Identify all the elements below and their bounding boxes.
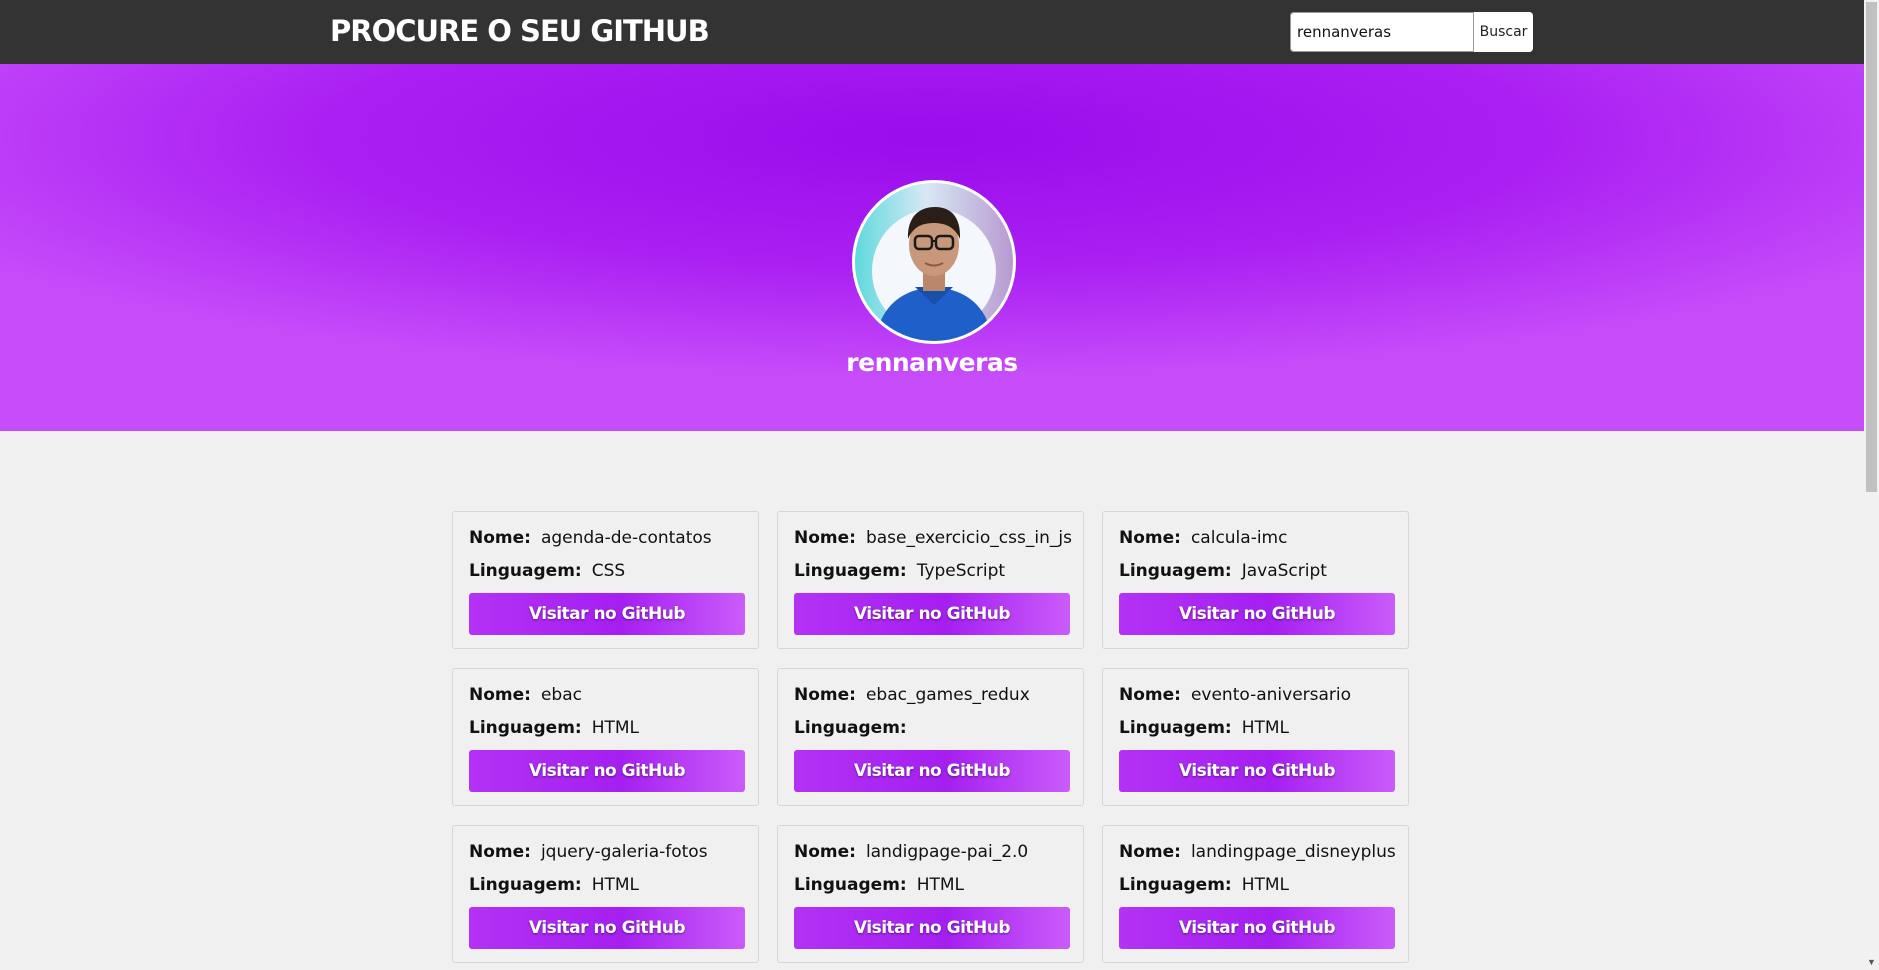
repo-name-label: Nome: (469, 528, 531, 548)
repo-card: Nome: ebac_games_redux Linguagem: Visitar n… (777, 668, 1084, 806)
repo-card: Nome: landingpage_disneyplus Linguagem: HTM… (1102, 825, 1409, 963)
profile-hero: rennanveras (0, 64, 1864, 431)
repo-language-value: HTML (1241, 875, 1290, 895)
repo-card: Nome: jquery-galeria-fotos Linguagem: HTML V… (452, 825, 759, 963)
repo-language-value: HTML (591, 875, 640, 895)
repo-name-label: Nome: (469, 842, 531, 862)
repo-card: Nome: ebac Linguagem: HTML Visitar no GitHub (452, 668, 759, 806)
repo-name: Nome: landingpage_disneyplus (1119, 842, 1396, 862)
top-navbar: PROCURE O SEU GITHUB Buscar (0, 0, 1864, 64)
repo-name: Nome: base_exercicio_css_in_js (794, 528, 1072, 548)
repo-card: Nome: landigpage-pai_2.0 Linguagem: HTML Vis… (777, 825, 1084, 963)
repo-name: Nome: jquery-galeria-fotos (469, 842, 708, 862)
repo-name-label: Nome: (1119, 842, 1181, 862)
repo-language: Linguagem: CSS (469, 561, 625, 581)
repo-name-value: agenda-de-contatos (540, 528, 712, 548)
repo-name-value: ebac_games_redux (865, 685, 1030, 705)
repo-name-label: Nome: (794, 842, 856, 862)
repo-name: Nome: ebac (469, 685, 582, 705)
repo-language-label: Linguagem: (469, 561, 582, 581)
repo-name-value: evento-aniversario (1190, 685, 1352, 705)
repo-name-label: Nome: (469, 685, 531, 705)
visit-github-button[interactable]: Visitar no GitHub (794, 750, 1070, 792)
repo-language-value: HTML (916, 875, 965, 895)
repo-language: Linguagem: HTML (469, 875, 639, 895)
visit-github-button[interactable]: Visitar no GitHub (1119, 907, 1395, 949)
repo-language-value: CSS (591, 561, 626, 581)
repo-language-value: TypeScript (916, 561, 1006, 581)
visit-github-button[interactable]: Visitar no GitHub (794, 593, 1070, 635)
repo-language: Linguagem: TypeScript (794, 561, 1005, 581)
scroll-down-arrow-icon[interactable]: ▼ (1864, 955, 1879, 970)
visit-github-button[interactable]: Visitar no GitHub (469, 907, 745, 949)
repo-card: Nome: base_exercicio_css_in_js Linguagem: T… (777, 511, 1084, 649)
repo-language-value: JavaScript (1241, 561, 1327, 581)
repo-name-value: jquery-galeria-fotos (540, 842, 708, 862)
search-button[interactable]: Buscar (1474, 12, 1533, 52)
repo-language-label: Linguagem: (794, 718, 907, 738)
repo-name-label: Nome: (1119, 528, 1181, 548)
repo-language-label: Linguagem: (469, 875, 582, 895)
repo-language-value: HTML (1241, 718, 1290, 738)
repo-name-value: landingpage_disneyplus (1190, 842, 1396, 862)
repo-language-label: Linguagem: (794, 875, 907, 895)
visit-github-button[interactable]: Visitar no GitHub (1119, 593, 1395, 635)
repo-name-label: Nome: (794, 685, 856, 705)
repo-language: Linguagem: JavaScript (1119, 561, 1327, 581)
repo-card: Nome: evento-aniversario Linguagem: HTML Vis… (1102, 668, 1409, 806)
scroll-thumb[interactable] (1866, 2, 1877, 492)
search-form: Buscar (1290, 12, 1533, 52)
repo-name-value: ebac (540, 685, 582, 705)
avatar (852, 180, 1016, 344)
visit-github-button[interactable]: Visitar no GitHub (1119, 750, 1395, 792)
repo-name-label: Nome: (1119, 685, 1181, 705)
search-input[interactable] (1290, 12, 1474, 52)
repo-language: Linguagem: HTML (1119, 875, 1289, 895)
repo-name: Nome: evento-aniversario (1119, 685, 1351, 705)
repo-name: Nome: landigpage-pai_2.0 (794, 842, 1028, 862)
repo-language: Linguagem: (794, 718, 917, 738)
page-scrollbar[interactable]: ▼ (1864, 0, 1879, 970)
user-photo-icon (872, 207, 996, 341)
repo-language-label: Linguagem: (794, 561, 907, 581)
repo-language-label: Linguagem: (1119, 561, 1232, 581)
repo-language-label: Linguagem: (469, 718, 582, 738)
repo-name: Nome: calcula-imc (1119, 528, 1287, 548)
repo-language-value: HTML (591, 718, 640, 738)
app-title: PROCURE O SEU GITHUB (330, 14, 710, 48)
repo-name: Nome: ebac_games_redux (794, 685, 1030, 705)
repo-language-label: Linguagem: (1119, 875, 1232, 895)
repo-card: Nome: calcula-imc Linguagem: JavaScript Visi… (1102, 511, 1409, 649)
repo-language: Linguagem: HTML (794, 875, 964, 895)
repo-name-value: landigpage-pai_2.0 (865, 842, 1029, 862)
repo-language: Linguagem: HTML (469, 718, 639, 738)
repo-language: Linguagem: HTML (1119, 718, 1289, 738)
repo-name-label: Nome: (794, 528, 856, 548)
repo-language-label: Linguagem: (1119, 718, 1232, 738)
profile-username: rennanveras (846, 348, 1018, 377)
visit-github-button[interactable]: Visitar no GitHub (469, 750, 745, 792)
repo-name: Nome: agenda-de-contatos (469, 528, 712, 548)
visit-github-button[interactable]: Visitar no GitHub (794, 907, 1070, 949)
repo-card: Nome: agenda-de-contatos Linguagem: CSS Visi… (452, 511, 759, 649)
visit-github-button[interactable]: Visitar no GitHub (469, 593, 745, 635)
repo-name-value: calcula-imc (1190, 528, 1288, 548)
repo-name-value: base_exercicio_css_in_js (865, 528, 1072, 548)
